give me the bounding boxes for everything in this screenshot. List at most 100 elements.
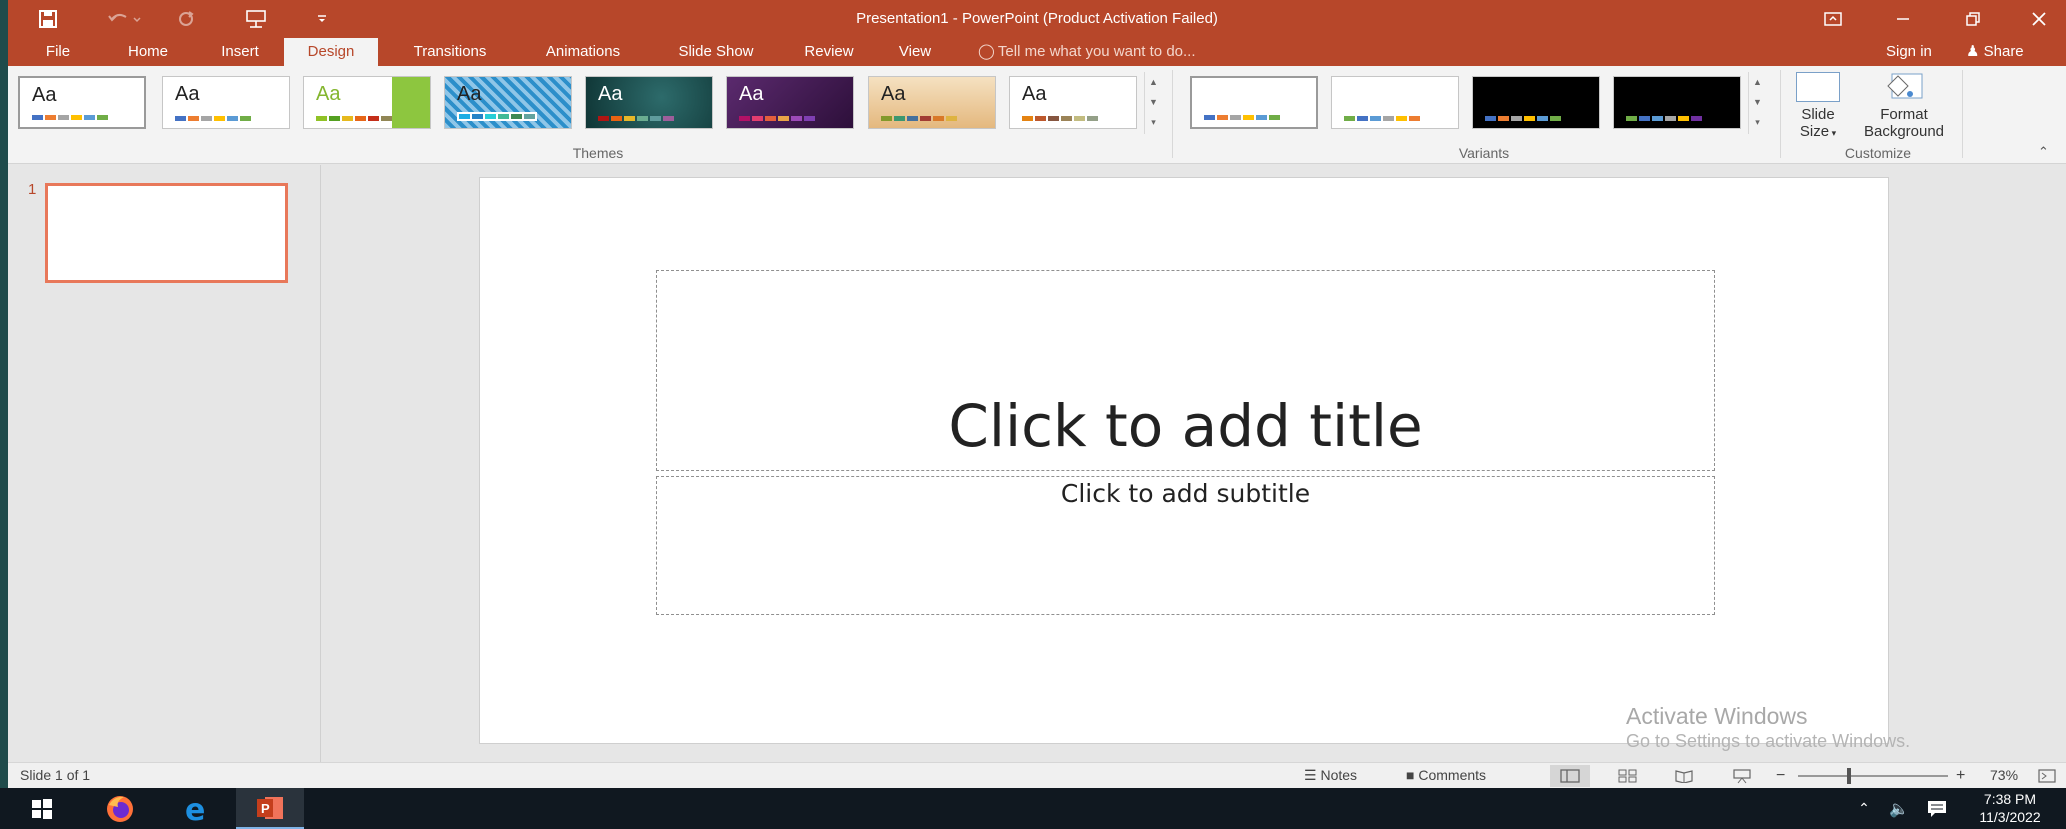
normal-view-icon — [1560, 769, 1580, 783]
fit-slide-icon[interactable] — [2038, 763, 2056, 788]
close-icon[interactable] — [2004, 0, 2066, 38]
comments-button[interactable]: ■ Comments — [1406, 763, 1486, 788]
tab-slide-show[interactable]: Slide Show — [664, 38, 768, 66]
variant-1[interactable] — [1190, 76, 1318, 129]
variants-group-label: Variants — [1458, 145, 1510, 161]
zoom-in-button[interactable]: + — [1956, 763, 1965, 788]
desktop-edge — [0, 0, 8, 788]
zoom-slider[interactable] — [1798, 775, 1948, 777]
slide-show-button[interactable] — [1722, 765, 1762, 787]
more-icon[interactable]: ▾ — [1749, 112, 1766, 132]
title-placeholder[interactable]: Click to add title — [656, 270, 1715, 471]
share-button[interactable]: ♟ Share — [1966, 38, 2024, 66]
zoom-slider-thumb[interactable] — [1847, 768, 1851, 784]
theme-integral[interactable]: Aa — [444, 76, 572, 129]
more-icon[interactable]: ▾ — [1145, 112, 1162, 132]
slide-sorter-icon — [1618, 769, 1637, 783]
theme-retrospect[interactable]: Aa — [1009, 76, 1137, 129]
theme-sample-text: Aa — [457, 83, 482, 105]
tab-view[interactable]: View — [888, 38, 942, 66]
format-background-label-1: Format — [1880, 106, 1928, 123]
slide-sorter-button[interactable] — [1608, 765, 1648, 787]
format-background-label-2: Background — [1863, 123, 1945, 140]
share-label: Share — [1983, 43, 2024, 60]
theme-ion[interactable]: Aa — [726, 76, 854, 129]
clock-date[interactable]: 11/3/2022 — [1974, 809, 2046, 825]
scroll-down-icon[interactable]: ▼ — [1749, 92, 1766, 112]
tell-me-text: Tell me what you want to do... — [997, 43, 1196, 60]
variants-scroll[interactable]: ▲ ▼ ▾ — [1748, 72, 1766, 134]
activate-windows-watermark-text: Go to Settings to activate Windows. — [1626, 731, 1911, 751]
slide-thumbnail[interactable] — [45, 183, 288, 283]
tab-home[interactable]: Home — [116, 38, 180, 66]
variant-4[interactable] — [1613, 76, 1741, 129]
tab-insert[interactable]: Insert — [210, 38, 270, 66]
normal-view-button[interactable] — [1550, 765, 1590, 787]
windows-start-icon[interactable] — [18, 788, 66, 829]
powerpoint-taskbar-icon[interactable]: P — [236, 788, 304, 829]
tab-animations[interactable]: Animations — [528, 38, 638, 66]
scroll-down-icon[interactable]: ▼ — [1145, 92, 1162, 112]
show-hidden-icons-icon[interactable]: ⌃ — [1850, 788, 1878, 829]
theme-sample-text: Aa — [32, 84, 57, 106]
theme-sample-text: Aa — [1022, 83, 1047, 105]
firefox-icon[interactable] — [94, 788, 146, 829]
activate-windows-watermark-title: Activate Windows — [1626, 703, 1808, 729]
customize-group-label: Customize — [1844, 145, 1912, 161]
variant-2[interactable] — [1331, 76, 1459, 129]
reading-view-button[interactable] — [1664, 765, 1704, 787]
title-bar: Presentation1 - PowerPoint (Product Acti… — [8, 0, 2066, 38]
lightbulb-icon: ◯ — [978, 43, 995, 60]
zoom-out-button[interactable]: − — [1776, 763, 1785, 788]
action-center-icon[interactable] — [1922, 788, 1952, 829]
collapse-ribbon-icon[interactable]: ⌃ — [2038, 144, 2049, 160]
tab-transitions[interactable]: Transitions — [398, 38, 502, 66]
tab-design[interactable]: Design — [284, 38, 378, 66]
minimize-icon[interactable] — [1868, 0, 1938, 38]
window-title: Presentation1 - PowerPoint (Product Acti… — [856, 10, 1218, 27]
slide-size-label-2: Size — [1799, 123, 1830, 140]
scroll-up-icon[interactable]: ▲ — [1749, 72, 1766, 92]
theme-office-2[interactable]: Aa — [162, 76, 290, 129]
theme-ion-boardroom[interactable]: Aa — [585, 76, 713, 129]
notes-button[interactable]: ☰ Notes — [1304, 763, 1357, 788]
theme-sample-text: Aa — [739, 83, 764, 105]
themes-scroll[interactable]: ▲ ▼ ▾ — [1144, 72, 1162, 134]
ribbon-design: Aa Aa Aa Aa Aa Aa Aa Aa ▲ ▼ ▾ Themes ▲ ▼… — [8, 66, 2066, 164]
restore-icon[interactable] — [1938, 0, 2008, 38]
dropdown-arrow-icon: ▾ — [1829, 128, 1837, 138]
theme-sample-text: Aa — [598, 83, 623, 105]
tab-review[interactable]: Review — [794, 38, 864, 66]
variant-color-bars — [1204, 115, 1280, 120]
sign-in-link[interactable]: Sign in — [1886, 38, 1932, 66]
edge-icon[interactable]: e — [170, 788, 222, 829]
group-separator — [1962, 70, 1963, 158]
clock-time[interactable]: 7:38 PM — [1974, 791, 2046, 807]
slide-show-icon — [1733, 769, 1751, 784]
title-placeholder-text: Click to add title — [948, 392, 1423, 460]
tell-me-search[interactable]: ◯ Tell me what you want to do... — [978, 38, 1196, 66]
theme-sample-text: Aa — [175, 83, 200, 105]
tab-file[interactable]: File — [36, 38, 80, 66]
ribbon-tabs: File Home Insert Design Transitions Anim… — [8, 38, 2066, 66]
volume-icon[interactable]: 🔈 — [1884, 788, 1914, 829]
variant-3[interactable] — [1472, 76, 1600, 129]
theme-color-bars — [598, 116, 674, 121]
theme-color-bars — [175, 116, 251, 121]
theme-facet[interactable]: Aa — [303, 76, 431, 129]
slide-canvas[interactable]: Click to add title Click to add subtitle — [479, 177, 1889, 744]
slide-number: 1 — [28, 181, 37, 198]
group-separator — [1172, 70, 1173, 158]
theme-organic[interactable]: Aa — [868, 76, 996, 129]
theme-color-bars — [881, 116, 957, 121]
scroll-up-icon[interactable]: ▲ — [1145, 72, 1162, 92]
subtitle-placeholder[interactable]: Click to add subtitle — [656, 476, 1715, 615]
zoom-level[interactable]: 73% — [1990, 763, 2018, 788]
slide-size-button[interactable]: Slide Size ▾ — [1790, 72, 1846, 142]
theme-color-bars — [739, 116, 815, 121]
ribbon-display-options-icon[interactable] — [1798, 0, 1868, 38]
subtitle-placeholder-text: Click to add subtitle — [1060, 479, 1311, 508]
powerpoint-window: Presentation1 - PowerPoint (Product Acti… — [8, 0, 2066, 788]
theme-office[interactable]: Aa — [18, 76, 146, 129]
format-background-button[interactable]: Format Background — [1854, 72, 1954, 140]
